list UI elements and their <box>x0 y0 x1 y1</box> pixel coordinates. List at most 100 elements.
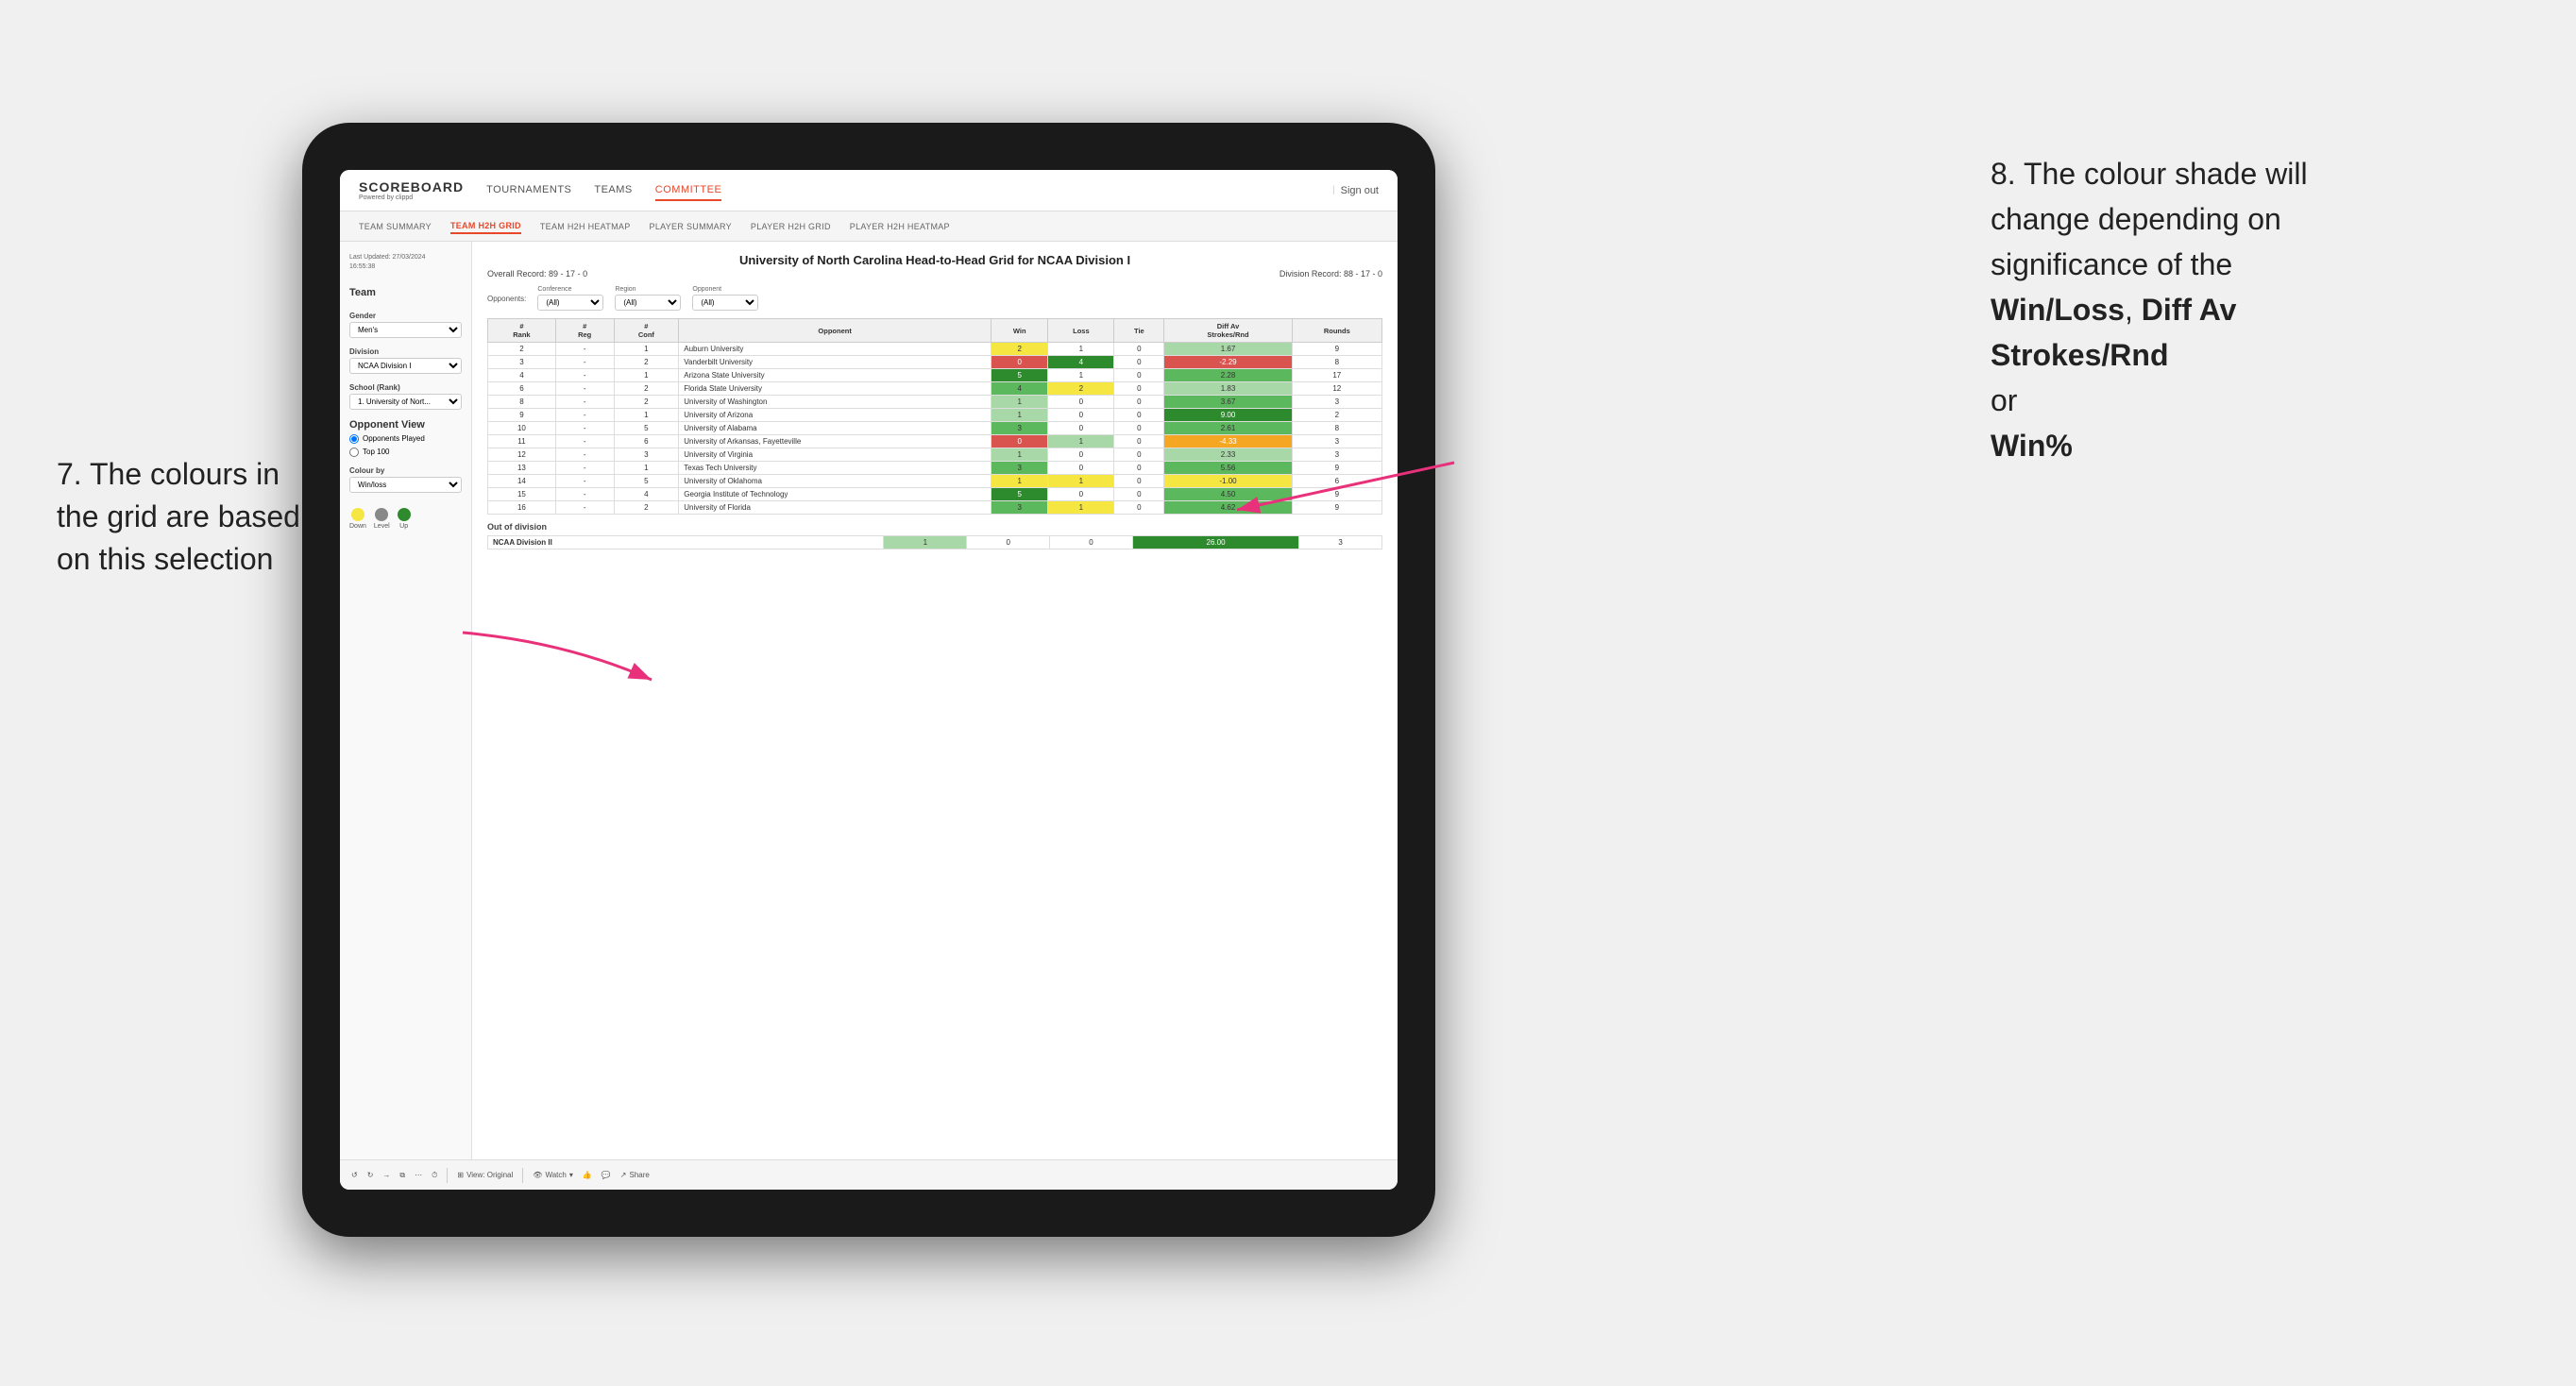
cell-tie: 0 <box>1114 343 1164 356</box>
subnav-team-h2h-grid[interactable]: TEAM H2H GRID <box>450 219 521 234</box>
annotation-right: 8. The colour shade will change dependin… <box>1991 151 2387 468</box>
cell-rank: 9 <box>488 409 556 422</box>
copy-btn[interactable]: ⧉ <box>399 1171 405 1180</box>
overall-record: Overall Record: 89 - 17 - 0 <box>487 269 587 279</box>
table-row: 14 - 5 University of Oklahoma 1 1 0 -1.0… <box>488 475 1382 488</box>
cell-conf: 5 <box>614 422 679 435</box>
region-filter-label: Region <box>615 286 681 293</box>
cell-rank: 4 <box>488 369 556 382</box>
cell-rank: 8 <box>488 396 556 409</box>
cell-opponent: Georgia Institute of Technology <box>679 488 991 501</box>
top100-radio[interactable]: Top 100 <box>349 448 462 457</box>
ipad-screen: SCOREBOARD Powered by clippd TOURNAMENTS… <box>340 170 1398 1190</box>
team-label: Team <box>349 287 462 298</box>
cell-reg: - <box>555 488 614 501</box>
out-tie: 0 <box>1050 536 1133 549</box>
annotation-left: 7. The colours in the grid are based on … <box>57 453 321 580</box>
out-diff: 26.00 <box>1132 536 1298 549</box>
subnav-player-h2h-heatmap[interactable]: PLAYER H2H HEATMAP <box>850 220 950 233</box>
cell-reg: - <box>555 356 614 369</box>
division-select[interactable]: NCAA Division I <box>349 358 462 374</box>
cell-conf: 1 <box>614 343 679 356</box>
cell-rounds: 9 <box>1292 488 1381 501</box>
table-row: 6 - 2 Florida State University 4 2 0 1.8… <box>488 382 1382 396</box>
opponent-view-section: Opponent View Opponents Played Top 100 <box>349 419 462 457</box>
grid-subtitle: Overall Record: 89 - 17 - 0 Division Rec… <box>487 269 1382 279</box>
logo-text: SCOREBOARD <box>359 179 464 194</box>
more-btn[interactable]: ⋯ <box>415 1171 422 1179</box>
cell-loss: 1 <box>1048 435 1114 448</box>
school-select[interactable]: 1. University of Nort... <box>349 394 462 410</box>
region-select[interactable]: (All) <box>615 295 681 311</box>
grid-title: University of North Carolina Head-to-Hea… <box>487 253 1382 267</box>
cell-loss: 1 <box>1048 475 1114 488</box>
cell-tie: 0 <box>1114 501 1164 515</box>
clock-btn[interactable]: ⏱ <box>432 1171 437 1180</box>
cell-win: 1 <box>991 448 1048 462</box>
cell-win: 3 <box>991 501 1048 515</box>
cell-rounds: 3 <box>1292 396 1381 409</box>
bottom-toolbar: ↺ ↻ → ⧉ ⋯ ⏱ ⊞ View: Original 👁 Watch ▾ 👍… <box>340 1159 1398 1190</box>
forward-btn[interactable]: → <box>382 1171 390 1179</box>
table-row: 9 - 1 University of Arizona 1 0 0 9.00 2 <box>488 409 1382 422</box>
cell-conf: 2 <box>614 356 679 369</box>
undo-btn[interactable]: ↺ <box>351 1171 358 1179</box>
subnav-player-h2h-grid[interactable]: PLAYER H2H GRID <box>751 220 831 233</box>
opponent-select[interactable]: (All) <box>692 295 758 311</box>
subnav-player-summary[interactable]: PLAYER SUMMARY <box>650 220 732 233</box>
cell-tie: 0 <box>1114 409 1164 422</box>
cell-opponent: Vanderbilt University <box>679 356 991 369</box>
cell-rounds: 9 <box>1292 343 1381 356</box>
cell-diff: 4.62 <box>1164 501 1292 515</box>
cell-conf: 6 <box>614 435 679 448</box>
col-reg: #Reg <box>555 319 614 343</box>
cell-win: 0 <box>991 435 1048 448</box>
cell-loss: 2 <box>1048 382 1114 396</box>
down-label: Down <box>349 523 366 530</box>
conference-select[interactable]: (All) <box>537 295 603 311</box>
cell-win: 0 <box>991 356 1048 369</box>
cell-tie: 0 <box>1114 435 1164 448</box>
cell-rounds: 6 <box>1292 475 1381 488</box>
gender-select[interactable]: Men's <box>349 322 462 338</box>
share-btn[interactable]: ↗ Share <box>620 1171 650 1179</box>
left-panel: Last Updated: 27/03/2024 16:55:38 Team G… <box>340 242 472 1159</box>
cell-loss: 0 <box>1048 462 1114 475</box>
nav-teams[interactable]: TEAMS <box>594 180 632 201</box>
h2h-table: #Rank #Reg #Conf Opponent Win Loss Tie D… <box>487 318 1382 515</box>
cell-loss: 0 <box>1048 448 1114 462</box>
cell-diff: 3.67 <box>1164 396 1292 409</box>
nav-committee[interactable]: COMMITTEE <box>655 180 722 201</box>
subnav-team-h2h-heatmap[interactable]: TEAM H2H HEATMAP <box>540 220 631 233</box>
thumbs-btn[interactable]: 👍 <box>583 1171 592 1179</box>
cell-tie: 0 <box>1114 396 1164 409</box>
redo-btn[interactable]: ↻ <box>367 1171 374 1179</box>
cell-rounds: 9 <box>1292 501 1381 515</box>
level-label: Level <box>374 523 390 530</box>
cell-rank: 14 <box>488 475 556 488</box>
cell-opponent: University of Florida <box>679 501 991 515</box>
table-row: 3 - 2 Vanderbilt University 0 4 0 -2.29 … <box>488 356 1382 369</box>
cell-win: 5 <box>991 488 1048 501</box>
subnav-team-summary[interactable]: TEAM SUMMARY <box>359 220 432 233</box>
out-name: NCAA Division II <box>488 536 884 549</box>
colour-by-group: Colour by Win/loss <box>349 466 462 493</box>
cell-win: 1 <box>991 396 1048 409</box>
cell-rank: 15 <box>488 488 556 501</box>
opponents-played-radio[interactable]: Opponents Played <box>349 434 462 444</box>
nav-items: TOURNAMENTS TEAMS COMMITTEE <box>486 180 1332 201</box>
cell-diff: -2.29 <box>1164 356 1292 369</box>
comment-btn[interactable]: 💬 <box>602 1171 611 1179</box>
colour-by-label: Colour by <box>349 466 462 475</box>
cell-diff: -4.33 <box>1164 435 1292 448</box>
nav-tournaments[interactable]: TOURNAMENTS <box>486 180 571 201</box>
cell-win: 5 <box>991 369 1048 382</box>
col-tie: Tie <box>1114 319 1164 343</box>
cell-reg: - <box>555 396 614 409</box>
down-dot <box>351 508 364 521</box>
view-original-btn[interactable]: ⊞ View: Original <box>457 1171 513 1179</box>
colour-by-select[interactable]: Win/loss <box>349 477 462 493</box>
cell-win: 4 <box>991 382 1048 396</box>
watch-btn[interactable]: 👁 Watch ▾ <box>533 1171 573 1179</box>
sign-out-link[interactable]: Sign out <box>1341 185 1379 196</box>
